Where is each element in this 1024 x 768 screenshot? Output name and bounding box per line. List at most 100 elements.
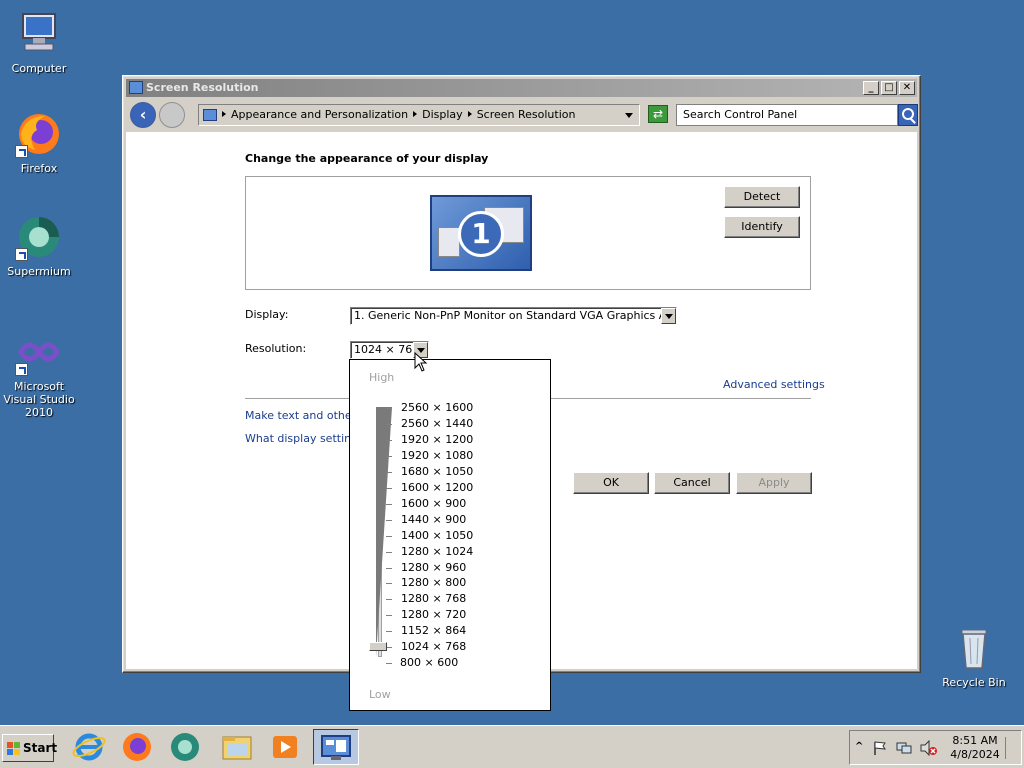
breadcrumb-display[interactable]: Display [422, 108, 463, 121]
resolution-label: Resolution: [245, 342, 307, 355]
close-button[interactable]: ✕ [899, 81, 915, 95]
control-panel-icon [129, 81, 143, 94]
resolution-option[interactable]: 2560 × 1600 [401, 402, 473, 414]
desktop-icon-visual-studio[interactable]: Microsoft Visual Studio 2010 [0, 328, 78, 419]
clock-time: 8:51 AM [952, 734, 998, 747]
computer-icon [15, 10, 63, 58]
clock[interactable]: 8:51 AM 4/8/2024 [946, 734, 1004, 762]
resolution-tick [386, 536, 392, 537]
clock-date: 4/8/2024 [950, 748, 1000, 761]
resolution-option[interactable]: 1680 × 1050 [401, 466, 473, 478]
search-icon[interactable] [898, 104, 918, 126]
desktop-icon-label: Microsoft Visual Studio 2010 [3, 380, 75, 419]
control-panel-icon [203, 109, 217, 121]
back-button[interactable]: ‹ [130, 102, 156, 128]
cancel-button[interactable]: Cancel [654, 472, 730, 494]
taskbar-supermium[interactable] [162, 729, 208, 765]
show-hidden-icons[interactable]: ^ [855, 741, 863, 752]
resolution-option[interactable]: 2560 × 1440 [401, 418, 473, 430]
forward-button[interactable] [159, 102, 185, 128]
breadcrumb-screen-resolution[interactable]: Screen Resolution [477, 108, 576, 121]
resolution-option[interactable]: 1280 × 768 [401, 593, 466, 605]
resolution-option[interactable]: 1280 × 960 [401, 562, 466, 574]
action-center-flag-icon[interactable] [872, 740, 888, 756]
maximize-button[interactable]: □ [881, 81, 897, 95]
resolution-option[interactable]: 1920 × 1080 [401, 450, 473, 462]
resolution-tick [386, 472, 392, 473]
desktop-icon-label: Recycle Bin [942, 676, 1006, 689]
minimize-button[interactable]: _ [863, 81, 879, 95]
desktop-icon-computer[interactable]: Computer [0, 10, 78, 75]
resolution-option[interactable]: 1280 × 800 [401, 577, 466, 589]
monitor-preview-box: 1 Detect Identify [245, 176, 811, 290]
resolution-tick [386, 408, 392, 409]
resolution-tick [386, 552, 392, 553]
apply-button[interactable]: Apply [736, 472, 812, 494]
window-titlebar[interactable]: Screen Resolution _ □ ✕ [126, 79, 917, 97]
refresh-icon[interactable]: ⇄ [648, 105, 668, 123]
resolution-option[interactable]: 1280 × 720 [401, 609, 466, 621]
resolution-tick [386, 583, 392, 584]
resolution-option[interactable]: 1600 × 1200 [401, 482, 473, 494]
visual-studio-icon [15, 328, 63, 376]
resolution-option[interactable]: 800 × 600 [400, 657, 458, 669]
resolution-select-value: 1024 × 768 [354, 343, 420, 356]
control-panel-icon [321, 735, 351, 760]
resolution-tick [386, 424, 392, 425]
resolution-option[interactable]: 1440 × 900 [401, 514, 466, 526]
resolution-option[interactable]: 1280 × 1024 [401, 546, 473, 558]
taskbar-explorer[interactable] [214, 729, 260, 765]
ok-button[interactable]: OK [573, 472, 649, 494]
resolution-option[interactable]: 1152 × 864 [401, 625, 466, 637]
start-button[interactable]: Start [2, 734, 58, 762]
resolution-option[interactable]: 1920 × 1200 [401, 434, 473, 446]
resolution-slider-thumb[interactable] [369, 642, 387, 651]
display-settings-help-link[interactable]: What display settings [245, 432, 364, 445]
resolution-tick [386, 504, 392, 505]
resolution-tick [386, 568, 392, 569]
preview-window [438, 227, 460, 257]
window-title: Screen Resolution [146, 81, 259, 94]
high-label: High [369, 371, 395, 384]
taskbar-internet-explorer[interactable] [66, 729, 112, 765]
address-bar[interactable]: Appearance and Personalization Display Scr… [198, 104, 640, 126]
taskbar-firefox[interactable] [114, 729, 160, 765]
taskbar-screen-resolution[interactable] [313, 729, 359, 765]
shortcut-arrow-icon [15, 145, 28, 158]
advanced-settings-link[interactable]: Advanced settings [723, 378, 825, 391]
firefox-icon [123, 733, 151, 761]
desktop-icon-firefox[interactable]: Firefox [0, 110, 78, 175]
show-desktop-button[interactable] [1005, 737, 1019, 759]
chevron-down-icon[interactable] [625, 113, 633, 118]
start-label: Start [23, 741, 58, 755]
recycle-bin-icon [950, 624, 998, 672]
search-input[interactable]: Search Control Panel [676, 104, 898, 126]
network-icon[interactable] [896, 740, 912, 756]
monitor-1-preview[interactable]: 1 [430, 195, 532, 271]
identify-button[interactable]: Identify [724, 216, 800, 238]
resolution-popup: High 2560 × 1600 2560 × 1440 1920 × 1200 19… [349, 359, 551, 711]
desktop-icon-recycle-bin[interactable]: Recycle Bin [935, 624, 1013, 689]
detect-button[interactable]: Detect [724, 186, 800, 208]
desktop-icon-label: Computer [11, 62, 67, 75]
media-player-icon [273, 736, 297, 758]
taskbar-media-player[interactable] [262, 729, 308, 765]
display-select[interactable]: 1. Generic Non-PnP Monitor on Standard V… [350, 307, 677, 325]
system-tray: ^ 8:51 AM 4/8/2024 [849, 730, 1022, 765]
monitor-number: 1 [458, 211, 504, 257]
desktop-icon-supermium[interactable]: Supermium [0, 213, 78, 278]
display-select-value: 1. Generic Non-PnP Monitor on Standard V… [354, 309, 677, 322]
chevron-down-icon[interactable] [661, 308, 676, 324]
resolution-option[interactable]: 1600 × 900 [401, 498, 466, 510]
breadcrumb-appearance[interactable]: Appearance and Personalization [231, 108, 408, 121]
supermium-icon [171, 733, 199, 761]
resolution-option[interactable]: 1024 × 768 [401, 641, 466, 653]
resolution-option[interactable]: 1400 × 1050 [401, 530, 473, 542]
volume-muted-icon[interactable] [920, 740, 938, 756]
resolution-tick [386, 520, 392, 521]
shortcut-arrow-icon [15, 363, 28, 376]
windows-logo-icon [7, 742, 20, 755]
desktop-icon-label: Firefox [20, 162, 58, 175]
firefox-icon [15, 110, 63, 158]
resolution-tick [386, 456, 392, 457]
